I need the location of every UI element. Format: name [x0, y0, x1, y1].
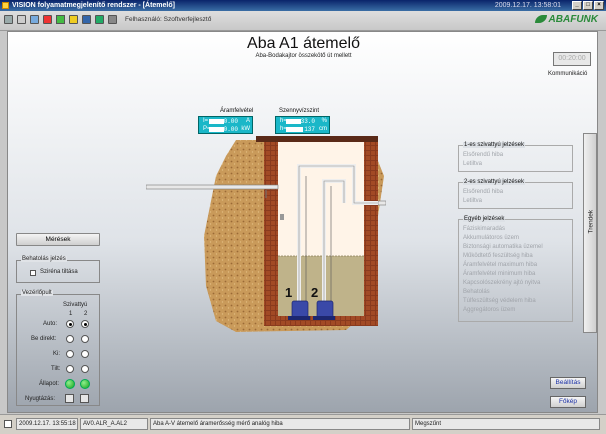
- inlet-pipe: [146, 184, 279, 190]
- pump2-signals-title: 2-es szivattyú jelzések: [463, 179, 526, 185]
- pump2-disable-radio[interactable]: [81, 365, 89, 373]
- current-row: I= 0.00 A: [203, 118, 250, 125]
- shaft-wall-left: [264, 142, 278, 322]
- pump2-signal-item: Elsőrendű hiba: [463, 189, 504, 195]
- maximize-button[interactable]: □: [583, 1, 593, 10]
- control-panel-title: Vezérlőpult: [21, 290, 53, 296]
- settings-button[interactable]: Beállítás: [550, 377, 586, 389]
- sum-icon[interactable]: [56, 15, 65, 24]
- pump1-ack-button[interactable]: [65, 394, 74, 403]
- intrusion-title: Behatolás jelzés: [21, 256, 67, 262]
- shaft-wall-right: [364, 142, 378, 322]
- other-signals-group: Egyéb jelzések Fázisk­imaradás Akkumulát…: [458, 216, 573, 322]
- pump2-signal-item: Letiltva: [463, 198, 483, 204]
- other-signal-item: Behatolás: [463, 289, 490, 295]
- alarm-icon[interactable]: [43, 15, 52, 24]
- network-icon[interactable]: [95, 15, 104, 24]
- pump2-ack-button[interactable]: [80, 394, 89, 403]
- pump1-signal-item: Elsőrendű hiba: [463, 152, 504, 158]
- save-icon[interactable]: [82, 15, 91, 24]
- pump-station-diagram: [146, 136, 386, 332]
- pump1-direct-radio[interactable]: [66, 335, 74, 343]
- pump-1-label: 1: [285, 285, 293, 300]
- roof-slab: [256, 136, 378, 142]
- exit-icon[interactable]: [108, 15, 117, 24]
- pump2-direct-radio[interactable]: [81, 335, 89, 343]
- lightning-icon[interactable]: [69, 15, 78, 24]
- other-signal-item: Áramfelvétel minimum hiba: [463, 271, 536, 277]
- other-signal-item: Túlfeszültség védelem hiba: [463, 298, 536, 304]
- status-bar: 2009.12.17. 13:55:18 AV0.ALR_A.AL2 Aba A…: [0, 414, 606, 434]
- pump1-signals-group: 1-es szivattyú jelzések Elsőrendű hiba L…: [458, 142, 573, 172]
- other-signal-item: Biztonsági automatika üzemel: [463, 244, 543, 250]
- pump1-disable-radio[interactable]: [66, 365, 74, 373]
- pump1-off-radio[interactable]: [66, 350, 74, 358]
- minimize-button[interactable]: _: [572, 1, 582, 10]
- status-message: Aba A-V átemelő áramerősség mérő analóg …: [150, 418, 410, 430]
- other-signal-item: Aggregátoros üzem: [463, 307, 516, 313]
- siren-disable-label: Sziréna tiltása: [40, 269, 78, 275]
- main-view-button[interactable]: Főkép: [550, 396, 586, 408]
- other-signal-item: Működtető feszültség hiba: [463, 253, 533, 259]
- user-label: Felhasználó: Szoftverfejlesztő: [125, 16, 212, 23]
- pump1-auto-radio[interactable]: [66, 320, 74, 328]
- page-subtitle: Aba-Bodakajtor összekötő út mellett: [255, 53, 352, 59]
- pump-col-1: 1: [69, 311, 73, 317]
- status-alarm-icon: [4, 420, 12, 428]
- pump-column-header: Szivattyú: [63, 302, 88, 308]
- settings-icon[interactable]: [4, 15, 13, 24]
- pump-col-2: 2: [84, 311, 88, 317]
- direct-on-label: Be direkt:: [31, 336, 57, 342]
- other-signal-item: Akkumulátoros üzem: [463, 235, 520, 241]
- other-signal-item: Áramfelvétel maximum hiba: [463, 262, 538, 268]
- status-time: 2009.12.17. 13:55:18: [16, 418, 78, 430]
- ack-label: Nyugtázás:: [25, 396, 56, 402]
- screen-icon[interactable]: [30, 15, 39, 24]
- level-sensor: [280, 214, 284, 220]
- control-panel-group: Vezérlőpult Szivattyú 1 2 Auto: Be direk…: [16, 290, 100, 406]
- pump2-off-radio[interactable]: [81, 350, 89, 358]
- trends-button[interactable]: Trendek: [583, 133, 597, 333]
- power-row: P= 0.00 kW: [203, 126, 250, 133]
- leaf-icon: [534, 15, 547, 24]
- pump2-state-lamp: [80, 379, 90, 389]
- page-title: Aba A1 átemelő: [247, 35, 360, 52]
- off-label: Ki:: [53, 351, 61, 357]
- close-button[interactable]: ×: [594, 1, 604, 10]
- siren-disable-checkbox[interactable]: [30, 270, 36, 276]
- status-code: AV0.ALR_A.AL2: [80, 418, 148, 430]
- pump1-state-lamp: [65, 379, 75, 389]
- outlet-pipe: [377, 200, 386, 206]
- other-signals-title: Egyéb jelzések: [463, 216, 506, 222]
- window-title-bar: VISION folyamatmegjelenítő rendszer - [Á…: [0, 0, 606, 11]
- status-state: Megszűnt: [412, 418, 600, 430]
- communication-value: 00:20:00: [553, 52, 591, 66]
- power-label: Áramfelvétel: [220, 108, 254, 114]
- level-box: h= 33.0% h= 137 cm: [275, 116, 330, 134]
- other-signal-item: Fázisk­imaradás: [463, 226, 506, 232]
- window-clock: 2009.12.17. 13:58:01: [494, 2, 561, 9]
- window-title: VISION folyamatmegjelenítő rendszer - [Á…: [12, 2, 175, 9]
- pump1-signal-item: Letiltva: [463, 161, 483, 167]
- toolbar: Felhasználó: Szoftverfejlesztő ABAFUNK: [0, 11, 606, 31]
- pump-2-label: 2: [311, 285, 319, 300]
- app-icon: [2, 2, 9, 9]
- state-label: Állapot:: [39, 381, 60, 387]
- auto-label: Auto:: [43, 321, 58, 327]
- power-box: I= 0.00 A P= 0.00 kW: [198, 116, 253, 134]
- pump1-signals-title: 1-es szivattyú jelzések: [463, 142, 526, 148]
- other-signal-item: Kapcsolószekrény ajtó nyitva: [463, 280, 541, 286]
- level-label: Szennyvízszint: [279, 108, 320, 114]
- company-logo: ABAFUNK: [534, 14, 598, 25]
- pump2-auto-radio[interactable]: [81, 320, 89, 328]
- intrusion-group: Behatolás jelzés Sziréna tiltása: [16, 256, 100, 283]
- print-icon[interactable]: [17, 15, 26, 24]
- measurements-button[interactable]: Mérések: [16, 233, 100, 246]
- pump2-signals-group: 2-es szivattyú jelzések Elsőrendű hiba L…: [458, 179, 573, 209]
- disable-label: Tilt:: [51, 366, 61, 372]
- communication-label: Kommunikáció: [548, 71, 588, 77]
- level-cm-row: h= 137 cm: [280, 126, 327, 133]
- level-percent-row: h= 33.0%: [280, 118, 327, 125]
- main-panel: Aba A1 átemelő Aba-Bodakajtor összekötő …: [7, 31, 598, 413]
